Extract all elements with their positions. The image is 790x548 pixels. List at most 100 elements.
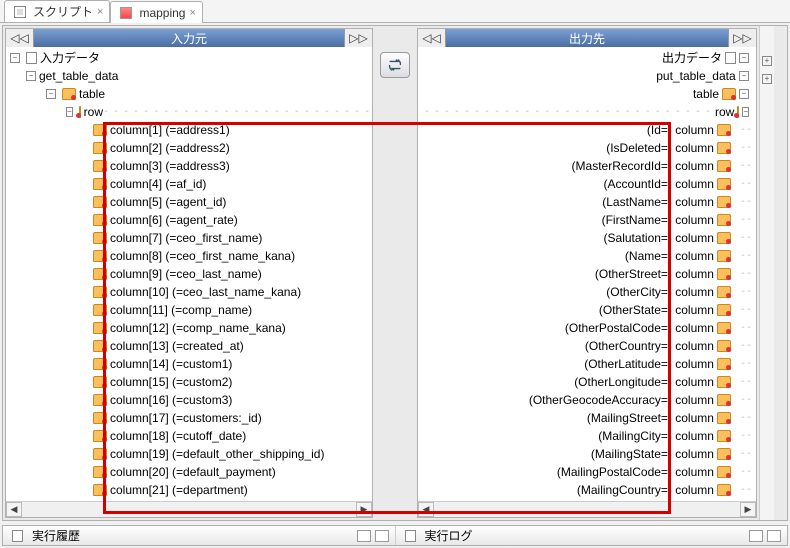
column-node[interactable]: (OtherLongitude=) column -- — [418, 373, 756, 391]
column-node[interactable]: column[5] (=agent_id) — [6, 193, 372, 211]
auto-map-button[interactable] — [380, 52, 410, 78]
column-icon — [717, 268, 731, 280]
column-label: (FirstName=) column — [602, 211, 714, 229]
root-node[interactable]: −入力データ — [6, 49, 372, 67]
column-node[interactable]: (MailingState=) column -- — [418, 445, 756, 463]
column-icon — [93, 214, 107, 226]
minimize-icon[interactable] — [375, 530, 389, 542]
collapse-icon[interactable]: − — [742, 107, 749, 117]
column-icon — [717, 358, 731, 370]
scroll-track[interactable] — [434, 502, 740, 517]
column-node[interactable]: (OtherCountry=) column -- — [418, 337, 756, 355]
root-node[interactable]: 出力データ− — [418, 49, 756, 67]
fn-node[interactable]: −get_table_data — [6, 67, 372, 85]
column-node[interactable]: column[21] (=department) — [6, 481, 372, 499]
close-icon[interactable]: × — [189, 7, 195, 19]
nav-fwd-icon[interactable]: ▷▷ — [728, 29, 756, 47]
column-node[interactable]: (OtherLatitude=) column -- — [418, 355, 756, 373]
row-node[interactable]: - - - - - - - - - - - - - - - - - - - - … — [418, 103, 756, 121]
nav-back-icon[interactable]: ◁◁ — [418, 29, 446, 47]
column-node[interactable]: (OtherStreet=) column -- — [418, 265, 756, 283]
column-node[interactable]: column[4] (=af_id) — [6, 175, 372, 193]
collapse-icon[interactable]: − — [739, 89, 749, 99]
column-node[interactable]: column[18] (=cutoff_date) — [6, 427, 372, 445]
scroll-right-icon[interactable]: ▶ — [740, 502, 756, 517]
column-node[interactable]: column[2] (=address2) — [6, 139, 372, 157]
column-node[interactable]: column[7] (=ceo_first_name) — [6, 229, 372, 247]
tab-log[interactable]: 実行ログ — [396, 526, 788, 545]
collapse-icon[interactable]: − — [739, 71, 749, 81]
column-node[interactable]: column[8] (=ceo_first_name_kana) — [6, 247, 372, 265]
minimize-icon[interactable] — [767, 530, 781, 542]
collapse-icon[interactable]: − — [10, 53, 20, 63]
column-label: column[12] (=comp_name_kana) — [110, 319, 286, 337]
column-node[interactable]: column[3] (=address3) — [6, 157, 372, 175]
column-node[interactable]: column[1] (=address1) — [6, 121, 372, 139]
column-node[interactable]: (OtherCity=) column -- — [418, 283, 756, 301]
expand-icon[interactable]: + — [762, 74, 772, 84]
column-node[interactable]: column[14] (=custom1) — [6, 355, 372, 373]
column-node[interactable]: (LastName=) column -- — [418, 193, 756, 211]
collapse-icon[interactable]: − — [26, 71, 36, 81]
column-node[interactable]: column[11] (=comp_name) — [6, 301, 372, 319]
column-node[interactable]: (OtherState=) column -- — [418, 301, 756, 319]
column-node[interactable]: (MailingCity=) column -- — [418, 427, 756, 445]
table-node[interactable]: table− — [418, 85, 756, 103]
tab-script[interactable]: スクリプト × — [4, 0, 110, 22]
restore-icon[interactable] — [749, 530, 763, 542]
scroll-track[interactable] — [22, 502, 356, 517]
column-node[interactable]: (Name=) column -- — [418, 247, 756, 265]
column-icon — [717, 232, 731, 244]
expand-icon[interactable]: + — [762, 56, 772, 66]
scroll-right-icon[interactable]: ▶ — [356, 502, 372, 517]
column-node[interactable]: (FirstName=) column -- — [418, 211, 756, 229]
column-label: (MailingCity=) column — [598, 427, 714, 445]
nav-fwd-icon[interactable]: ▷▷ — [344, 29, 372, 47]
fn-node[interactable]: put_table_data − — [418, 67, 756, 85]
column-node[interactable]: (Salutation=) column -- — [418, 229, 756, 247]
tab-mapping[interactable]: mapping × — [110, 1, 202, 23]
row-node[interactable]: −row - - - - - - - - - - - - - - - - - -… — [6, 103, 372, 121]
column-node[interactable]: column[10] (=ceo_last_name_kana) — [6, 283, 372, 301]
column-node[interactable]: column[19] (=default_other_shipping_id) — [6, 445, 372, 463]
column-node[interactable]: (MailingCountry=) column -- — [418, 481, 756, 499]
close-icon[interactable]: × — [97, 6, 103, 18]
column-node[interactable]: column[15] (=custom2) — [6, 373, 372, 391]
collapse-icon[interactable]: − — [46, 89, 56, 99]
source-tree[interactable]: −入力データ −get_table_data −table −row - - -… — [6, 47, 372, 501]
table-node[interactable]: − table — [6, 85, 372, 103]
column-node[interactable]: (OtherGeocodeAccuracy=) column -- — [418, 391, 756, 409]
column-node[interactable]: (IsDeleted=) column -- — [418, 139, 756, 157]
column-node[interactable]: column[16] (=custom3) — [6, 391, 372, 409]
column-node[interactable]: (MailingStreet=) column -- — [418, 409, 756, 427]
collapse-icon[interactable]: − — [739, 53, 749, 63]
tab-history[interactable]: 実行履歴 — [3, 526, 396, 545]
row-icon — [79, 106, 81, 118]
table-label: table — [79, 85, 105, 103]
column-node[interactable]: (Id=) column -- — [418, 121, 756, 139]
column-node[interactable]: (MailingPostalCode=) column -- — [418, 463, 756, 481]
h-scrollbar[interactable]: ◀▶ — [418, 501, 756, 517]
column-node[interactable]: column[6] (=agent_rate) — [6, 211, 372, 229]
collapse-icon[interactable]: − — [66, 107, 73, 117]
map-line: -- — [734, 427, 752, 445]
column-node[interactable]: column[17] (=customers:_id) — [6, 409, 372, 427]
restore-icon[interactable] — [357, 530, 371, 542]
column-icon — [93, 340, 107, 352]
scroll-left-icon[interactable]: ◀ — [6, 502, 22, 517]
source-title: 入力元 — [34, 30, 344, 47]
column-icon — [93, 484, 107, 496]
column-node[interactable]: (OtherPostalCode=) column -- — [418, 319, 756, 337]
target-tree[interactable]: 出力データ− put_table_data − table− - - - - -… — [418, 47, 756, 501]
column-node[interactable]: column[12] (=comp_name_kana) — [6, 319, 372, 337]
column-node[interactable]: column[13] (=created_at) — [6, 337, 372, 355]
column-node[interactable]: (MasterRecordId=) column -- — [418, 157, 756, 175]
column-node[interactable]: (AccountId=) column -- — [418, 175, 756, 193]
column-node[interactable]: column[20] (=default_payment) — [6, 463, 372, 481]
scroll-left-icon[interactable]: ◀ — [418, 502, 434, 517]
data-icon — [725, 52, 736, 64]
column-label: (MasterRecordId=) column — [572, 157, 714, 175]
column-node[interactable]: column[9] (=ceo_last_name) — [6, 265, 372, 283]
nav-back-icon[interactable]: ◁◁ — [6, 29, 34, 47]
h-scrollbar[interactable]: ◀▶ — [6, 501, 372, 517]
